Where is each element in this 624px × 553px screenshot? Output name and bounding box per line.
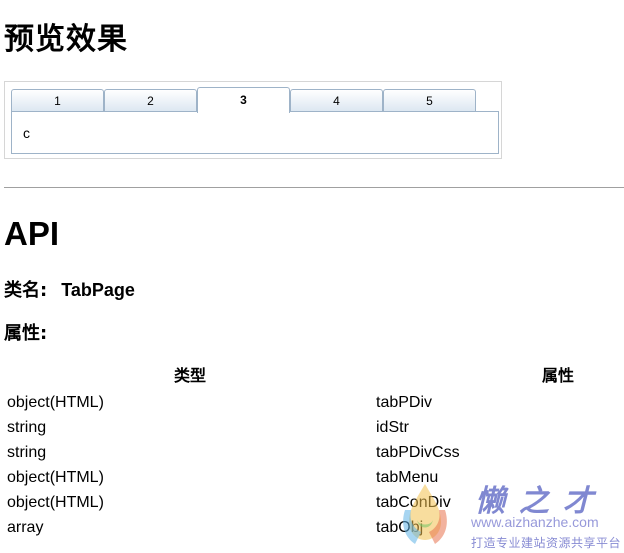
row-type: array [7,519,44,536]
class-name-line: 类名: TabPage [4,278,135,303]
tab-2[interactable]: 2 [104,89,197,112]
section-divider [4,187,624,188]
watermark-slogan: 打造专业建站资源共享平台 [471,536,622,550]
row-type: object(HTML) [7,494,104,511]
header-attribute: 属性 [542,366,575,385]
row-type: string [7,419,47,436]
row-type: string [7,444,47,461]
row-type: object(HTML) [7,394,104,411]
attributes-label: 属性: [4,323,48,344]
row-type: object(HTML) [7,469,104,486]
preview-heading: 预览效果 [4,22,128,57]
tab-4[interactable]: 4 [290,89,383,112]
class-label: 类名: [4,280,48,301]
tab-5[interactable]: 5 [383,89,476,112]
row-attribute: tabPDiv [376,394,433,411]
tab-demo-container: 1 2 3 4 5 c [4,81,502,159]
watermark-logo-icon [403,484,447,544]
tab-content-panel: c [11,111,499,154]
watermark: 懒之才 www.aizhanzhe.com 打造专业建站资源共享平台 [395,472,624,553]
class-value: TabPage [61,280,135,300]
tab-3[interactable]: 3 [197,87,290,113]
tab-menu: 1 2 3 4 5 [11,87,476,113]
table-row: string tabPDivCss [0,440,624,465]
tab-content-text: c [23,125,30,141]
header-type: 类型 [174,366,207,385]
row-attribute: idStr [376,419,409,436]
tab-1[interactable]: 1 [11,89,104,112]
row-attribute: tabPDivCss [376,444,460,461]
watermark-url: www.aizhanzhe.com [471,514,599,530]
table-row: string idStr [0,415,624,440]
table-row: object(HTML) tabPDiv [0,390,624,415]
api-heading: API [4,215,60,252]
